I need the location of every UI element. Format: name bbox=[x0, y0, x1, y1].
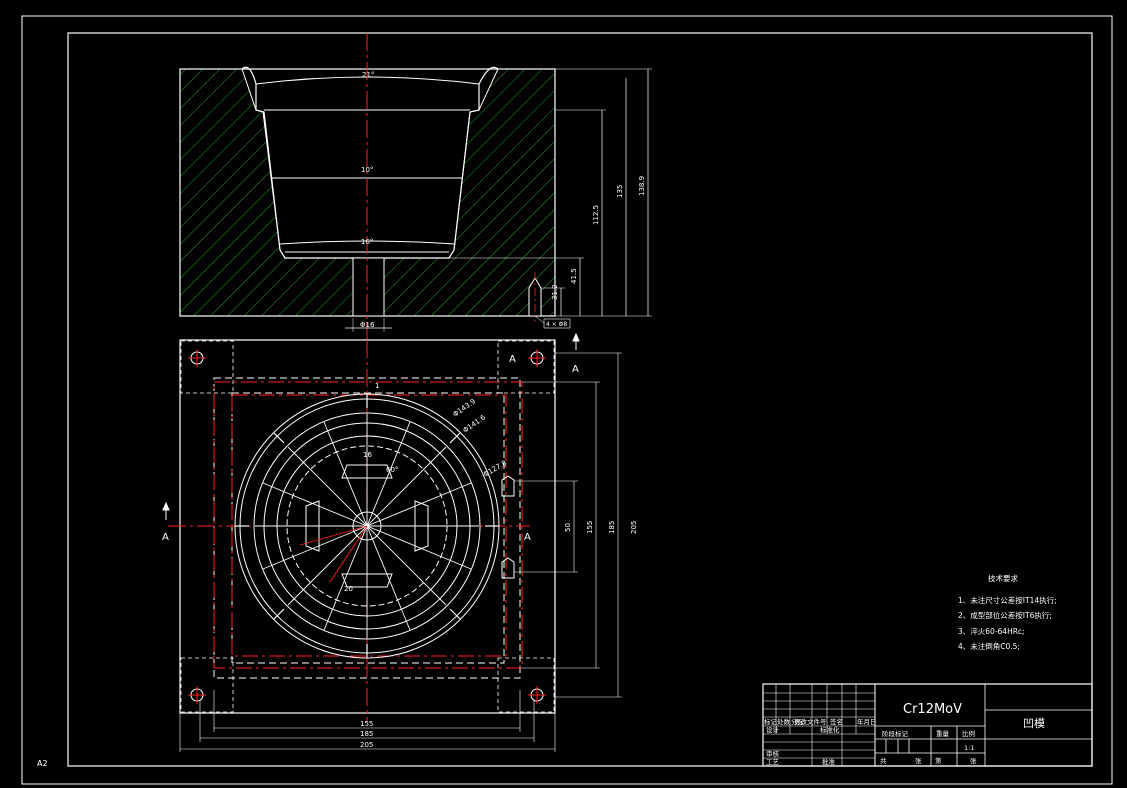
dim-31-2-label: 31.2 bbox=[551, 284, 559, 300]
tech-note-2: 2、成型部位公差按IT6执行; bbox=[958, 610, 1052, 620]
tech-note-1: 1、未注尺寸公差按IT14执行; bbox=[958, 595, 1057, 605]
tb-ratio: 比例 bbox=[962, 729, 975, 738]
dim-185-bottom-label: 185 bbox=[360, 730, 373, 738]
section-mark-top: A bbox=[509, 354, 516, 365]
section-hatch-left bbox=[179, 68, 354, 317]
tech-note-4: 4、未注倒角C0.5; bbox=[958, 641, 1020, 651]
dim-112-5-label: 112.5 bbox=[592, 205, 600, 225]
tb-total: 共 bbox=[880, 756, 887, 765]
tb-stage-mark: 阶段标记 bbox=[882, 729, 909, 738]
center-hole bbox=[352, 257, 385, 317]
dim-205-right-label: 205 bbox=[630, 521, 638, 534]
dim-135-label: 135 bbox=[616, 185, 624, 198]
cad-drawing: A2 21° 10° 16° 112.5 135 138.9 41.5 31.2… bbox=[21, 15, 1113, 785]
tb-date: 年月日 bbox=[857, 717, 877, 726]
dim-top-1-label: 1 bbox=[375, 382, 379, 390]
section-view: 21° 10° 16° 112.5 135 138.9 41.5 31.2 Φ1… bbox=[179, 33, 652, 340]
tech-notes: 技术要求 1、未注尺寸公差按IT14执行; 2、成型部位公差按IT6执行; 3、… bbox=[958, 573, 1057, 651]
sheet-size-label: A2 bbox=[37, 759, 48, 768]
tb-sheet-unit: 张 bbox=[915, 756, 922, 765]
tb-page: 第 bbox=[935, 756, 942, 765]
section-mark-right: A bbox=[524, 532, 531, 543]
tech-note-3: 3、淬火60-64HRc; bbox=[958, 626, 1025, 636]
section-mark-left: A bbox=[162, 532, 169, 543]
angle-mid-label: 10° bbox=[361, 166, 373, 174]
scale-label: 1:1 bbox=[964, 744, 974, 752]
tb-approve: 批准 bbox=[822, 757, 836, 766]
dim-16-label: 16 bbox=[363, 451, 372, 459]
tb-weight: 重量 bbox=[936, 730, 950, 738]
part-name-label: 凹模 bbox=[1023, 717, 1045, 730]
dim-60-label: 60° bbox=[386, 466, 398, 474]
tech-notes-title: 技术要求 bbox=[988, 573, 1018, 583]
dim-138-9-label: 138.9 bbox=[638, 176, 646, 196]
dim-50-label: 50 bbox=[564, 523, 572, 532]
dim-155-right-label: 155 bbox=[586, 521, 594, 534]
plan-view: A A A A 1 Φ143.9 Φ141.6 Φ127.8 16 60° 20… bbox=[162, 332, 638, 752]
dim-185-right-label: 185 bbox=[608, 521, 616, 534]
dim-41-5-label: 41.5 bbox=[570, 268, 578, 284]
tb-mark: 标记 bbox=[764, 717, 778, 726]
tb-review: 审核 bbox=[766, 749, 780, 758]
dim-155-bottom-label: 155 bbox=[360, 720, 373, 728]
dim-20-label: 20 bbox=[344, 585, 353, 593]
dim-r1-label: Φ143.9 bbox=[452, 397, 478, 418]
angle-top-label: 21° bbox=[362, 71, 374, 79]
material-label: Cr12MoV bbox=[903, 702, 962, 717]
tb-count: 处数 bbox=[777, 717, 791, 726]
dim-205-bottom-label: 205 bbox=[360, 741, 373, 749]
tb-sign: 签名 bbox=[830, 717, 843, 726]
tb-process: 工艺 bbox=[766, 758, 780, 766]
dim-pin-label: 4 × Φ8 bbox=[546, 321, 567, 328]
dim-hole-label: Φ16 bbox=[360, 321, 375, 329]
section-mark-top-right: A bbox=[572, 364, 579, 375]
tb-design: 设计 bbox=[766, 725, 780, 734]
section-hatch-right bbox=[383, 68, 556, 317]
dim-r2-label: Φ141.6 bbox=[462, 413, 488, 435]
tb-sheet-unit-2: 张 bbox=[970, 756, 977, 765]
angle-bottom-label: 16° bbox=[361, 238, 373, 246]
tb-standardize: 标准化 bbox=[820, 725, 840, 734]
tb-change-doc: 更改文件号 bbox=[794, 717, 827, 726]
